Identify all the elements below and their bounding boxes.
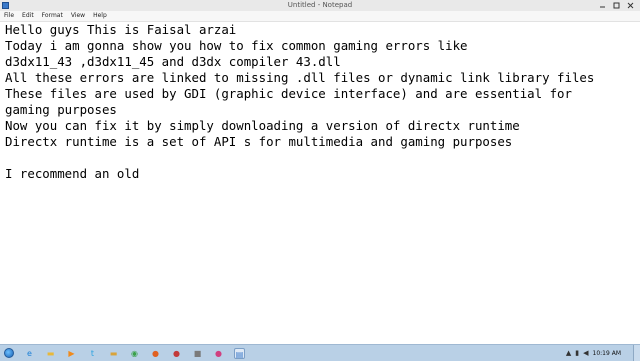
window-controls [595,0,637,11]
window-title: Untitled - Notepad [287,1,353,9]
app-icon-2[interactable]: ■ [192,348,203,359]
text-line: Now you can fix it by simply downloading… [5,118,520,133]
close-button[interactable] [623,0,637,11]
system-tray: ▲ ▮ ◀ 10:19 AM [566,345,640,361]
text-line: These files are used by GDI (graphic dev… [5,86,572,101]
app-icon[interactable]: ● [171,348,182,359]
clock[interactable]: 10:19 AM [593,350,621,357]
menu-bar: File Edit Format View Help [0,11,640,22]
title-bar: Untitled - Notepad [0,0,640,11]
media-player-icon[interactable]: ▶ [66,348,77,359]
text-line: Directx runtime is a set of API s for mu… [5,134,513,149]
network-icon[interactable]: ▮ [575,349,579,357]
firefox-icon[interactable]: ● [150,348,161,359]
folder-icon[interactable]: ▬ [108,348,119,359]
text-editor[interactable]: Hello guys This is Faisal arzai Today i … [0,22,640,344]
explorer-icon[interactable]: ▬ [45,348,56,359]
twitter-icon[interactable]: t [87,348,98,359]
text-line: gaming purposes [5,102,117,117]
text-line: Hello guys This is Faisal arzai [5,22,237,37]
menu-view[interactable]: View [67,11,89,21]
media-icon[interactable]: ● [213,348,224,359]
taskbar-icons: e ▬ ▶ t ▬ ◉ ● ● ■ ● ▤ [14,347,245,359]
taskbar: e ▬ ▶ t ▬ ◉ ● ● ■ ● ▤ ▲ ▮ ◀ 10:19 AM [0,344,640,361]
ie-icon[interactable]: e [24,348,35,359]
maximize-icon [613,2,619,9]
show-desktop-button[interactable] [633,345,640,361]
start-button[interactable] [4,348,14,358]
minimize-icon [599,6,605,8]
menu-file[interactable]: File [0,11,18,21]
text-line: Today i am gonna show you how to fix com… [5,38,468,53]
menu-edit[interactable]: Edit [18,11,38,21]
minimize-button[interactable] [595,0,609,11]
chrome-icon[interactable]: ◉ [129,348,140,359]
notepad-taskbar-icon[interactable]: ▤ [234,347,245,359]
menu-format[interactable]: Format [38,11,67,21]
volume-icon[interactable]: ◀ [583,349,588,357]
tray-up-arrow-icon[interactable]: ▲ [566,349,571,357]
text-line: d3dx11_43 ,d3dx11_45 and d3dx compiler 4… [5,54,341,69]
text-line: All these errors are linked to missing .… [5,70,595,85]
text-line: I recommend an old [5,166,140,181]
close-icon [627,2,633,9]
menu-help[interactable]: Help [89,11,111,21]
maximize-button[interactable] [609,0,623,11]
